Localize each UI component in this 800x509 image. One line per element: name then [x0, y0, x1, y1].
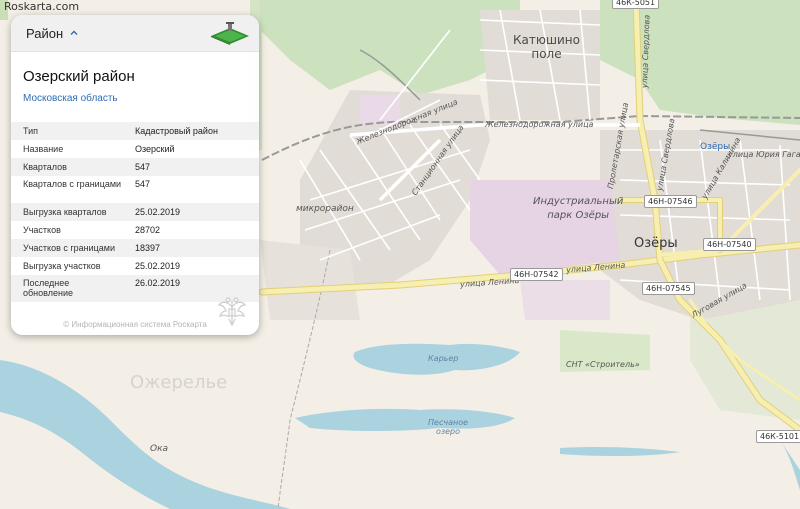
river-label-oka: Ока	[150, 444, 169, 454]
panel-header-title[interactable]: Район	[26, 26, 63, 41]
table-row: Кварталов с границами 547	[11, 176, 259, 203]
row-value: 547	[135, 179, 151, 189]
table-row: Участков 28702	[11, 221, 259, 239]
row-key: Выгрузка участков	[23, 261, 101, 271]
place-label-ozherelye: Ожерелье	[130, 372, 228, 393]
region-parent-link[interactable]: Московская область	[23, 93, 118, 104]
row-value: 26.02.2019	[135, 278, 181, 288]
row-key: Выгрузка кварталов	[23, 207, 107, 217]
lake-label-peschanoe: Песчаное озеро	[428, 418, 468, 436]
row-value: 18397	[135, 243, 161, 253]
region-attributes-table: Тип Кадастровый район Название Озерский …	[11, 122, 259, 302]
region-name: Озерский район	[23, 68, 135, 85]
region-info-panel: Район Озерский район Московская область …	[11, 15, 259, 335]
place-label-line: Катюшино	[513, 33, 580, 47]
row-key: Кварталов с границами	[23, 179, 122, 189]
chevron-up-icon[interactable]	[69, 28, 79, 38]
site-label: Roskarta.com	[4, 0, 80, 13]
table-row: Участков с границами 18397	[11, 239, 259, 257]
panel-header[interactable]: Район	[11, 15, 259, 52]
table-row: Кварталов 547	[11, 158, 259, 176]
place-label-katyshino: Катюшино поле	[513, 33, 580, 61]
row-key: Последнее обновление	[23, 278, 73, 298]
road-shield: 46Н-07546	[644, 195, 697, 208]
row-key: Участков	[23, 225, 61, 235]
road-shield: 46Н-07542	[510, 268, 563, 281]
road-shield: 46К-5051	[612, 0, 660, 9]
row-key: Тип	[23, 126, 39, 136]
road-shield: 46Н-07540	[703, 238, 756, 251]
street-label-yuria: улица Юрия Гагарина	[728, 150, 800, 159]
row-value: 28702	[135, 225, 161, 235]
parcel-logo-icon	[211, 22, 249, 45]
lake-label-line: Песчаное	[428, 418, 469, 427]
row-value: 25.02.2019	[135, 207, 181, 217]
row-key: Участков с границами	[23, 243, 116, 253]
place-label-ozery: Озёры	[634, 236, 678, 251]
row-value: 25.02.2019	[135, 261, 181, 271]
lake-label-line: озеро	[435, 427, 461, 436]
table-row: Название Озерский	[11, 140, 259, 158]
table-row: Тип Кадастровый район	[11, 122, 259, 140]
place-label-snt: СНТ «Строитель»	[566, 360, 640, 369]
place-label-line: парк Озёры	[547, 210, 610, 221]
street-label-zheleznodorozhnaya: Железнодорожная улица	[485, 120, 594, 129]
row-value: Озерский	[135, 144, 175, 154]
row-key: Название	[23, 144, 64, 154]
table-row: Выгрузка кварталов 25.02.2019	[11, 203, 259, 221]
place-label-mikrorayon: микрорайон	[296, 204, 354, 214]
place-label-industrial: Индустриальный парк Озёры	[533, 195, 623, 223]
lake-label-karier: Карьер	[428, 354, 459, 363]
row-value: 547	[135, 162, 151, 172]
place-label-line: Индустриальный	[533, 196, 624, 207]
table-row: Выгрузка участков 25.02.2019	[11, 257, 259, 275]
row-value: Кадастровый район	[135, 126, 218, 136]
road-shield: 46Н-07545	[642, 282, 695, 295]
place-label-line: поле	[531, 47, 562, 61]
panel-footer: © Информационная система Роскарта	[63, 320, 207, 329]
row-key: Кварталов	[23, 162, 67, 172]
road-shield: 46К-5101	[756, 430, 800, 443]
